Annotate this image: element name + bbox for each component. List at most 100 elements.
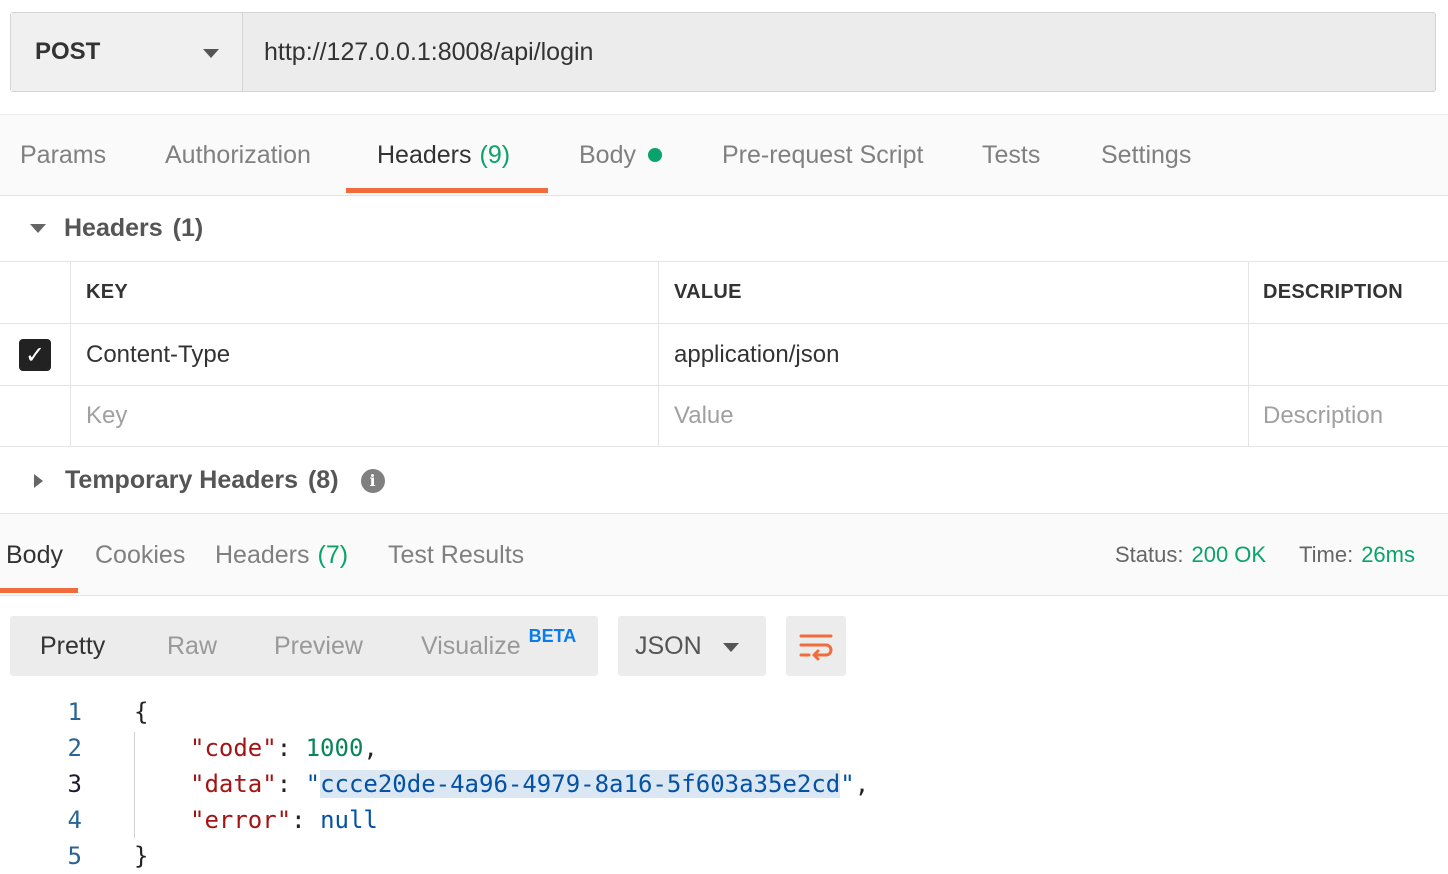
new-value-input[interactable]: Value <box>659 386 1249 446</box>
url-input[interactable]: http://127.0.0.1:8008/api/login <box>243 13 1435 91</box>
tab-label: Headers <box>377 140 472 169</box>
response-tab-body[interactable]: Body <box>6 514 63 596</box>
tab-count: (9) <box>479 140 511 169</box>
tab-body[interactable]: Body <box>579 115 662 195</box>
tab-authorization[interactable]: Authorization <box>165 115 311 195</box>
row-check-cell: ✓ <box>0 324 71 385</box>
indent-guide <box>134 732 135 838</box>
headers-section-count: (1) <box>172 214 204 242</box>
code-line: 5 } <box>0 838 1448 874</box>
tab-headers[interactable]: Headers (9) <box>377 115 510 195</box>
code-text: { <box>134 698 149 726</box>
tab-label: Headers <box>215 540 310 569</box>
tab-label: Settings <box>1101 140 1192 169</box>
headers-section-toggle[interactable]: Headers (1) <box>30 214 203 243</box>
code-text: } <box>134 842 149 870</box>
response-tab-cookies[interactable]: Cookies <box>95 514 185 596</box>
response-tab-test-results[interactable]: Test Results <box>388 514 524 596</box>
visualize-label: Visualize <box>421 631 521 660</box>
column-header-value: VALUE <box>659 262 1249 323</box>
json-string-highlighted: ccce20de-4a96-4979-8a16-5f603a35e2cd <box>320 770 841 798</box>
tab-count: (7) <box>317 540 349 569</box>
tab-label: Cookies <box>95 540 186 569</box>
header-value-cell[interactable]: application/json <box>659 324 1249 385</box>
info-icon[interactable]: i <box>360 468 385 493</box>
beta-badge: BETA <box>528 625 577 646</box>
method-label: POST <box>35 38 101 65</box>
wrap-lines-button[interactable] <box>786 616 846 676</box>
wrap-lines-icon <box>799 634 833 661</box>
response-tab-headers[interactable]: Headers (7) <box>215 514 348 596</box>
headers-table: KEY VALUE DESCRIPTION ✓ Content-Type app… <box>0 261 1448 447</box>
column-header-key: KEY <box>71 262 659 323</box>
json-key: "data" <box>190 770 277 798</box>
tab-label: Params <box>20 140 107 169</box>
tab-label: Tests <box>982 140 1041 169</box>
tab-tests[interactable]: Tests <box>982 115 1040 195</box>
active-response-tab-indicator <box>0 588 78 593</box>
tab-label: Authorization <box>165 140 311 169</box>
line-number: 1 <box>67 698 82 726</box>
header-description-cell[interactable] <box>1249 324 1448 385</box>
tab-settings[interactable]: Settings <box>1101 115 1191 195</box>
modified-dot-icon <box>647 148 662 162</box>
tab-label: Pre-request Script <box>722 140 924 169</box>
code-text: "data": "ccce20de-4a96-4979-8a16-5f603a3… <box>190 770 870 798</box>
code-text: "code": 1000, <box>190 734 378 762</box>
header-key-cell[interactable]: Content-Type <box>71 324 659 385</box>
tab-pre-request-script[interactable]: Pre-request Script <box>722 115 923 195</box>
view-mode-group: Pretty Raw Preview Visualize BETA <box>10 616 598 676</box>
temporary-headers-title: Temporary Headers <box>65 466 298 494</box>
view-preview-button[interactable]: Preview <box>274 616 363 676</box>
time-indicator: Time: 26ms <box>1299 542 1415 568</box>
tab-label: Body <box>6 540 63 569</box>
json-key: "error" <box>190 806 292 834</box>
tab-label: Test Results <box>388 540 525 569</box>
enabled-checkbox[interactable]: ✓ <box>19 338 51 371</box>
time-value: 26ms <box>1361 542 1415 567</box>
temporary-headers-toggle[interactable]: Temporary Headers (8) i <box>34 466 385 495</box>
line-number: 3 <box>67 770 82 798</box>
code-line: 1 { <box>0 694 1448 730</box>
caret-right-icon <box>34 473 43 488</box>
view-visualize-button[interactable]: Visualize BETA <box>421 616 576 676</box>
json-null: null <box>320 806 378 834</box>
code-text: "error": null <box>190 806 378 834</box>
format-select[interactable]: JSON <box>618 616 766 676</box>
json-number: 1000 <box>305 734 364 762</box>
table-header-check-cell <box>0 262 71 323</box>
line-number: 5 <box>67 842 82 870</box>
line-number: 4 <box>67 806 82 834</box>
tab-label: Body <box>579 140 636 169</box>
row-check-cell <box>0 386 71 446</box>
chevron-down-icon <box>723 643 739 652</box>
new-description-input[interactable]: Description <box>1249 386 1448 446</box>
code-line: 4 "error": null <box>0 802 1448 838</box>
request-tabs: Params Authorization Headers (9) Body Pre… <box>0 114 1448 196</box>
line-number: 2 <box>67 734 82 762</box>
tab-params[interactable]: Params <box>20 115 106 195</box>
table-header-row: KEY VALUE DESCRIPTION <box>0 261 1448 323</box>
temporary-headers-count: (8) <box>307 466 339 494</box>
response-tabs: Body Cookies Headers (7) Test Results Sta… <box>0 513 1448 596</box>
status-value: 200 OK <box>1191 542 1267 567</box>
column-header-description: DESCRIPTION <box>1263 281 1403 303</box>
caret-down-icon <box>30 224 46 233</box>
status-label: Status: <box>1115 542 1184 567</box>
checkmark-icon: ✓ <box>24 340 46 369</box>
table-row-new: Key Value Description <box>0 385 1448 447</box>
time-label: Time: <box>1299 542 1354 567</box>
status-indicator: Status: 200 OK <box>1115 542 1266 568</box>
code-line: 2 "code": 1000, <box>0 730 1448 766</box>
active-tab-indicator <box>346 188 548 193</box>
method-select[interactable]: POST <box>11 13 243 91</box>
view-pretty-button[interactable]: Pretty <box>40 616 105 676</box>
json-key: "code" <box>190 734 277 762</box>
response-body-code[interactable]: 1 { 2 "code": 1000, 3 "data": "ccce20de-… <box>0 694 1448 874</box>
headers-section-title: Headers <box>64 214 163 242</box>
code-line: 3 "data": "ccce20de-4a96-4979-8a16-5f603… <box>0 766 1448 802</box>
table-row: ✓ Content-Type application/json <box>0 323 1448 385</box>
new-key-input[interactable]: Key <box>71 386 659 446</box>
view-raw-button[interactable]: Raw <box>167 616 217 676</box>
chevron-down-icon <box>203 49 219 58</box>
